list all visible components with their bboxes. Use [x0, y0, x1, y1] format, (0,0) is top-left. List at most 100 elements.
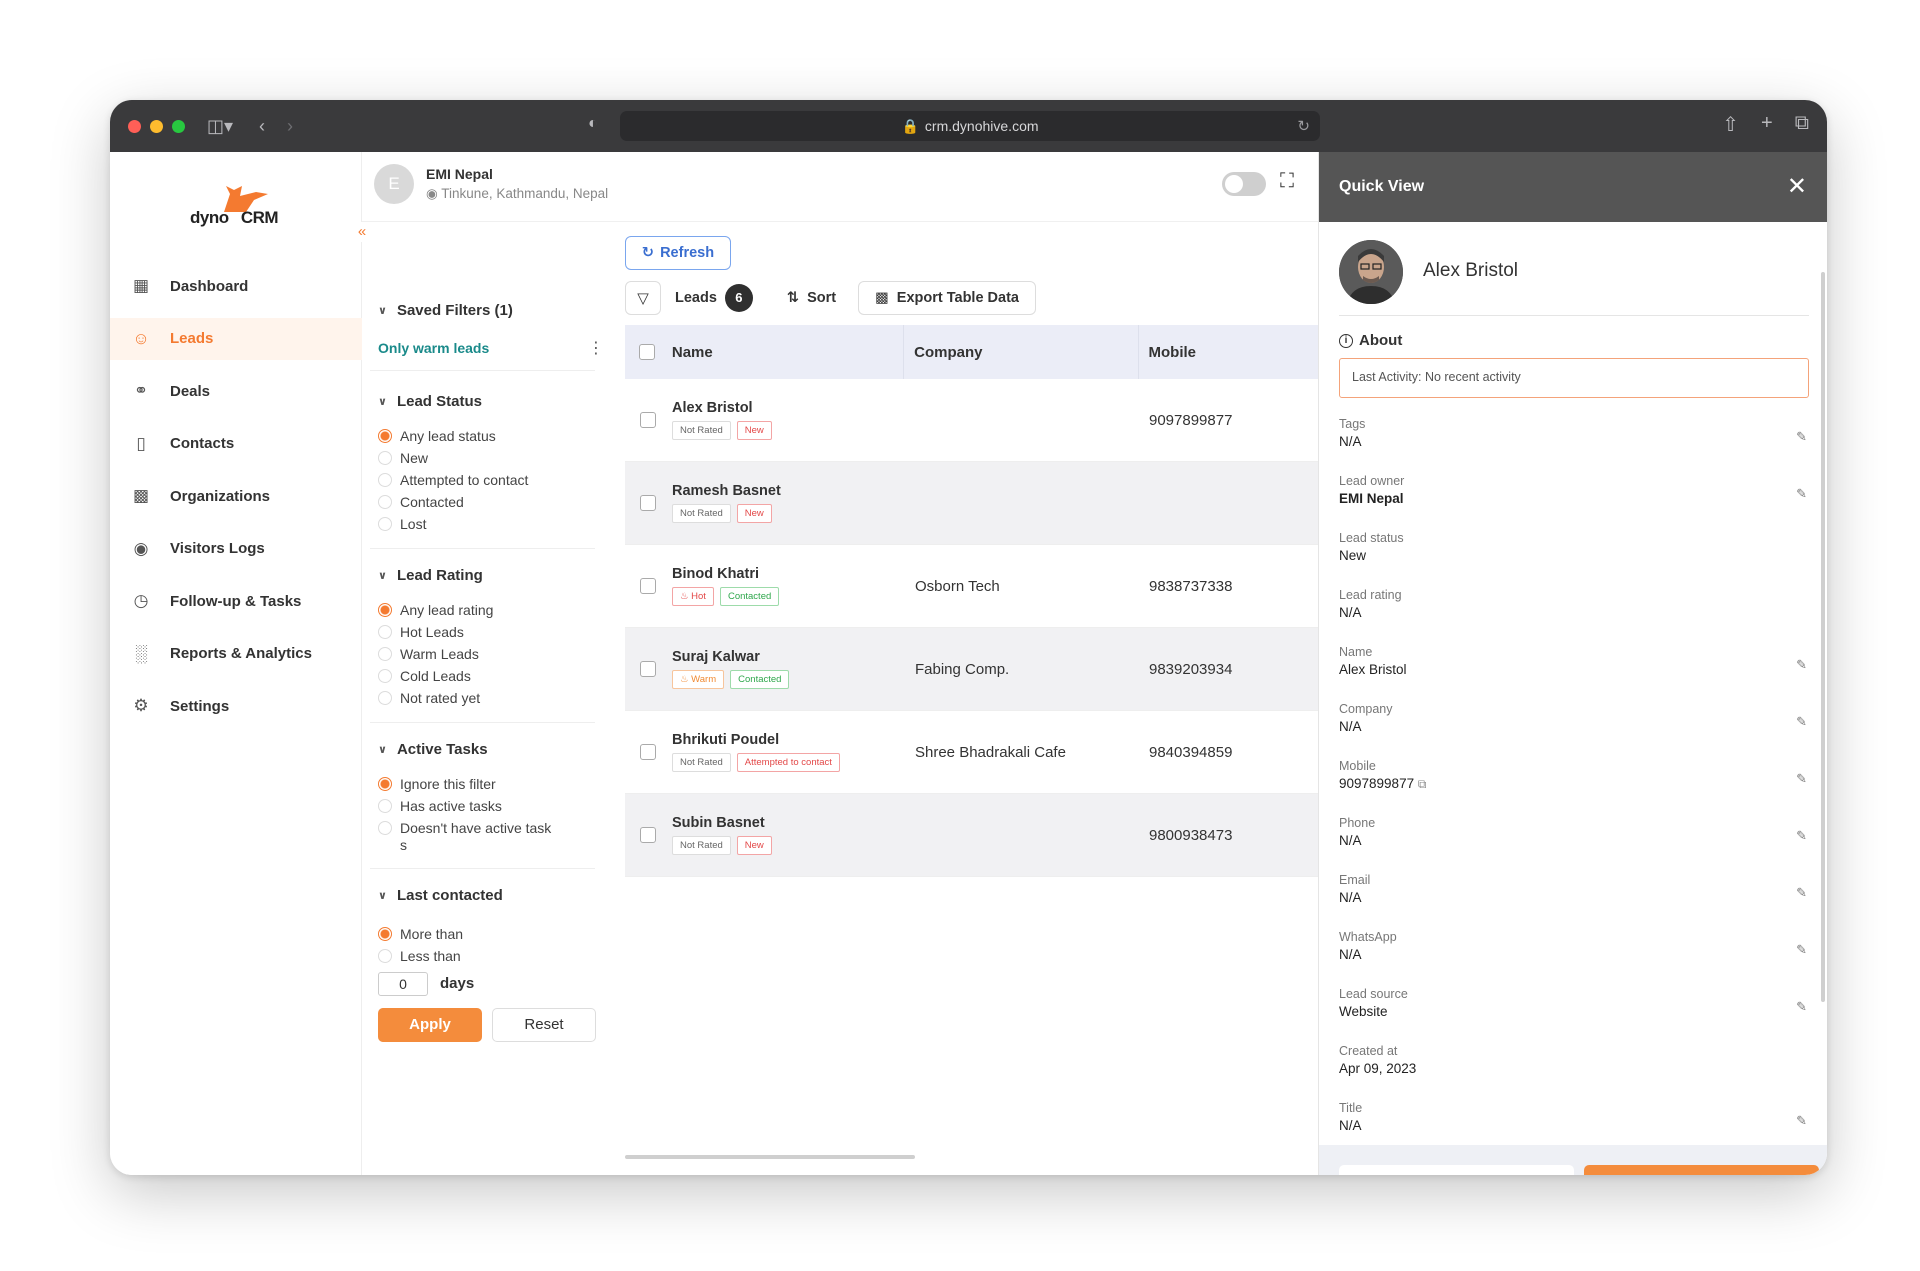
radio-not-rated-yet[interactable]: Not rated yet	[378, 690, 480, 706]
radio-button[interactable]	[378, 603, 392, 617]
radio-button[interactable]	[378, 927, 392, 941]
saved-filters-header[interactable]: ∨ Saved Filters (1)	[378, 302, 513, 319]
horizontal-scrollbar[interactable]	[625, 1155, 915, 1159]
edit-icon[interactable]: ✎	[1796, 429, 1807, 445]
edit-icon[interactable]: ✎	[1796, 885, 1807, 901]
minimize-window-button[interactable]	[150, 119, 163, 133]
primary-action-button[interactable]	[1584, 1165, 1819, 1175]
row-checkbox[interactable]	[639, 412, 656, 428]
close-window-button[interactable]	[128, 119, 141, 133]
maximize-window-button[interactable]	[172, 119, 185, 133]
row-checkbox[interactable]	[639, 495, 656, 511]
radio-button[interactable]	[378, 669, 392, 683]
filter-button[interactable]: ▽	[625, 281, 661, 315]
reload-icon[interactable]: ↻	[1297, 117, 1310, 135]
lead-name[interactable]: Bhrikuti Poudel	[672, 732, 904, 748]
lead-rating-header[interactable]: ∨ Lead Rating	[378, 567, 483, 584]
edit-icon[interactable]: ✎	[1796, 657, 1807, 673]
radio-button[interactable]	[378, 777, 392, 791]
privacy-shield-icon[interactable]: ◐	[588, 115, 598, 133]
sidebar-item-dashboard[interactable]: ▦ Dashboard	[110, 265, 362, 307]
radio-attempted-to-contact[interactable]: Attempted to contact	[378, 472, 528, 488]
secondary-action-button[interactable]	[1339, 1165, 1574, 1175]
lead-name[interactable]: Binod Khatri	[672, 566, 904, 582]
forward-icon[interactable]: ›	[287, 116, 293, 137]
sidebar-item-deals[interactable]: ⚭ Deals	[110, 370, 362, 412]
saved-filter-only-warm-leads[interactable]: Only warm leads	[378, 340, 489, 356]
radio-button[interactable]	[378, 429, 392, 443]
radio-button[interactable]	[378, 821, 392, 835]
collapse-sidebar-icon[interactable]: «	[352, 222, 372, 242]
radio-button[interactable]	[378, 625, 392, 639]
radio-contacted[interactable]: Contacted	[378, 494, 464, 510]
radio-any-lead-status[interactable]: Any lead status	[378, 428, 496, 444]
sidebar-toggle-icon[interactable]: ◫▾	[207, 116, 233, 137]
radio-more-than[interactable]: More than	[378, 926, 463, 942]
row-checkbox[interactable]	[639, 578, 656, 594]
column-header-mobile[interactable]: Mobile	[1139, 344, 1319, 361]
table-row[interactable]: Bhrikuti Poudel Not Rated Attempted to c…	[625, 711, 1318, 794]
lead-name[interactable]: Suraj Kalwar	[672, 649, 904, 665]
table-row[interactable]: Subin Basnet Not Rated New 9800938473	[625, 794, 1318, 877]
vertical-scrollbar[interactable]	[1821, 272, 1825, 1002]
radio-button[interactable]	[378, 647, 392, 661]
radio-lost[interactable]: Lost	[378, 516, 426, 532]
radio-button[interactable]	[378, 799, 392, 813]
days-input[interactable]: 0	[378, 972, 428, 996]
edit-icon[interactable]: ✎	[1796, 942, 1807, 958]
lead-status-header[interactable]: ∨ Lead Status	[378, 393, 482, 410]
column-header-company[interactable]: Company	[904, 344, 1137, 361]
close-icon[interactable]: ✕	[1787, 172, 1807, 201]
radio-warm-leads[interactable]: Warm Leads	[378, 646, 479, 662]
sidebar-item-follow-up-tasks[interactable]: ◷ Follow-up & Tasks	[110, 580, 362, 622]
avatar[interactable]: E	[374, 164, 414, 204]
new-tab-icon[interactable]: +	[1761, 112, 1773, 137]
sidebar-item-settings[interactable]: ⚙ Settings	[110, 685, 362, 727]
sidebar-item-organizations[interactable]: ▩ Organizations	[110, 475, 362, 517]
logo[interactable]: dyno CRM	[190, 182, 290, 232]
edit-icon[interactable]: ✎	[1796, 1113, 1807, 1129]
radio-button[interactable]	[378, 451, 392, 465]
back-icon[interactable]: ‹	[259, 116, 265, 137]
reset-button[interactable]: Reset	[492, 1008, 596, 1042]
radio-button[interactable]	[378, 473, 392, 487]
theme-toggle[interactable]	[1222, 172, 1266, 196]
table-row[interactable]: Alex Bristol Not Rated New 9097899877	[625, 379, 1318, 462]
sidebar-item-contacts[interactable]: ▯ Contacts	[110, 423, 362, 465]
lead-name[interactable]: Ramesh Basnet	[672, 483, 904, 499]
radio-button[interactable]	[378, 691, 392, 705]
edit-icon[interactable]: ✎	[1796, 486, 1807, 502]
table-row[interactable]: Ramesh Basnet Not Rated New	[625, 462, 1318, 545]
edit-icon[interactable]: ✎	[1796, 999, 1807, 1015]
tab-overview-icon[interactable]: ⧉	[1795, 112, 1809, 137]
radio-button[interactable]	[378, 495, 392, 509]
radio-cold-leads[interactable]: Cold Leads	[378, 668, 471, 684]
edit-icon[interactable]: ✎	[1796, 714, 1807, 730]
kebab-menu-icon[interactable]: ⋮	[588, 338, 604, 358]
radio-less-than[interactable]: Less than	[378, 948, 461, 964]
radio-button[interactable]	[378, 517, 392, 531]
column-header-name[interactable]: Name	[670, 344, 903, 361]
lead-name[interactable]: Subin Basnet	[672, 815, 904, 831]
table-row[interactable]: Binod Khatri ♨ Hot Contacted Osborn Tech…	[625, 545, 1318, 628]
radio-has-active-tasks[interactable]: Has active tasks	[378, 798, 502, 814]
row-checkbox[interactable]	[639, 744, 656, 760]
edit-icon[interactable]: ✎	[1796, 828, 1807, 844]
lead-name[interactable]: Alex Bristol	[672, 400, 904, 416]
table-row[interactable]: Suraj Kalwar ♨ Warm Contacted Fabing Com…	[625, 628, 1318, 711]
radio-hot-leads[interactable]: Hot Leads	[378, 624, 464, 640]
refresh-button[interactable]: ↻ Refresh	[625, 236, 731, 270]
sort-button[interactable]: ⇅ Sort	[787, 290, 836, 306]
share-icon[interactable]: ⇧	[1722, 112, 1739, 137]
radio-new[interactable]: New	[378, 450, 428, 466]
row-checkbox[interactable]	[639, 661, 656, 677]
apply-button[interactable]: Apply	[378, 1008, 482, 1042]
row-checkbox[interactable]	[639, 827, 656, 843]
radio-doesnt-have-active-tasks[interactable]: Doesn't have active task	[378, 820, 551, 836]
address-bar[interactable]: 🔒 crm.dynohive.com ↻	[620, 111, 1320, 141]
select-all-checkbox[interactable]	[639, 344, 656, 360]
copy-icon[interactable]: ⧉	[1418, 777, 1427, 791]
edit-icon[interactable]: ✎	[1796, 771, 1807, 787]
export-table-button[interactable]: ▩ Export Table Data	[858, 281, 1036, 315]
last-contacted-header[interactable]: ∨ Last contacted	[378, 887, 503, 904]
